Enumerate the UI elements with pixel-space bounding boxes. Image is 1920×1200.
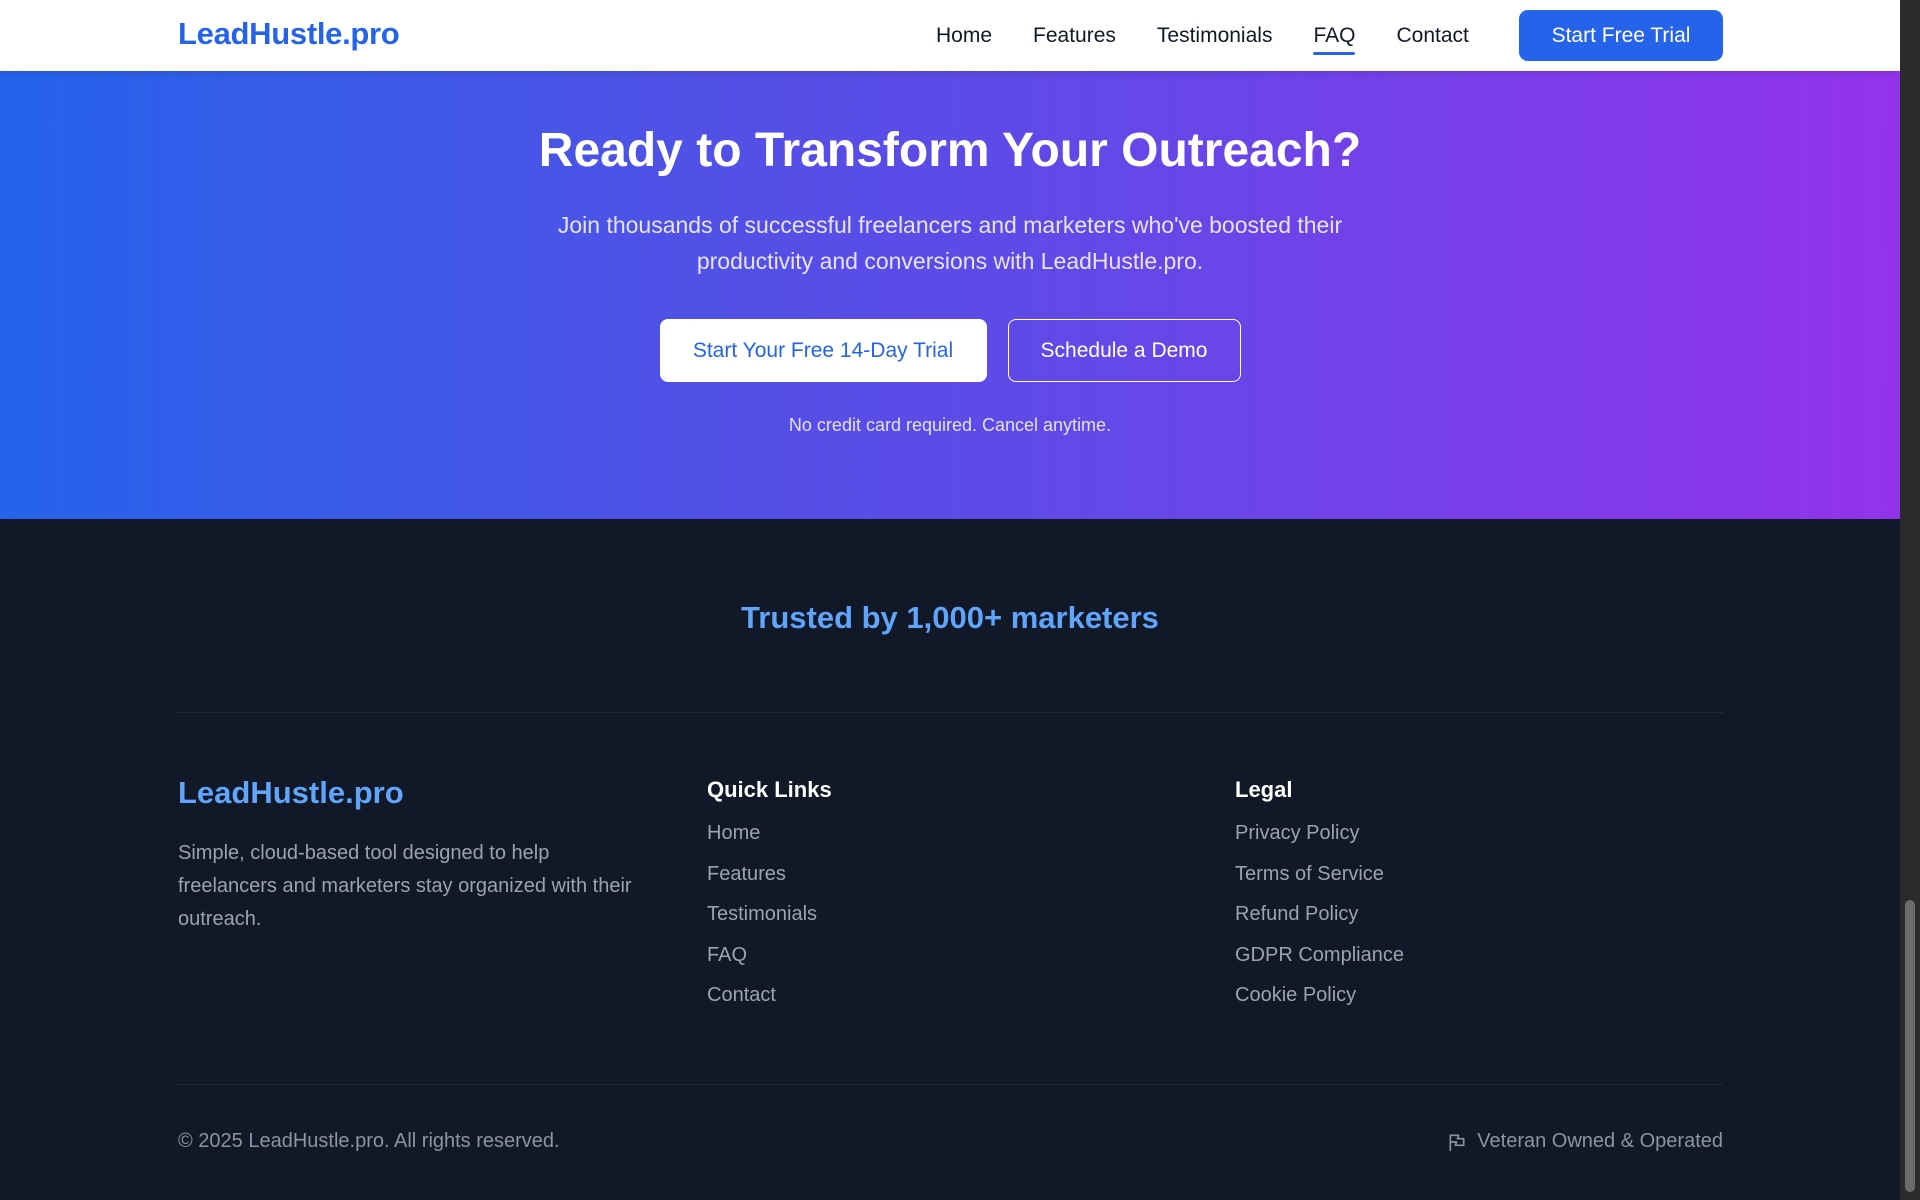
schedule-demo-button[interactable]: Schedule a Demo [1007, 319, 1241, 382]
cta-subtitle: Join thousands of successful freelancers… [557, 212, 1343, 274]
footer-link-cookie[interactable]: Cookie Policy [1235, 985, 1404, 1026]
footer-link-home[interactable]: Home [707, 823, 832, 864]
footer-link-contact[interactable]: Contact [707, 985, 832, 1026]
footer-link-testimonials[interactable]: Testimonials [707, 904, 832, 945]
quick-links-column: Quick Links Home Features Testimonials F… [707, 777, 832, 1026]
nav-contact[interactable]: Contact [1396, 24, 1468, 48]
footer-link-terms[interactable]: Terms of Service [1235, 864, 1404, 905]
flag-icon [1449, 1134, 1465, 1151]
nav-features[interactable]: Features [1033, 24, 1116, 48]
main-nav: Home Features Testimonials FAQ Contact [936, 0, 1510, 71]
site-header: LeadHustle.pro Home Features Testimonial… [0, 0, 1900, 71]
copyright-text: © 2025 LeadHustle.pro. All rights reserv… [178, 1130, 560, 1152]
page-scrollbar[interactable] [1900, 0, 1920, 1200]
footer-link-refund[interactable]: Refund Policy [1235, 904, 1404, 945]
header-logo[interactable]: LeadHustle.pro [178, 16, 400, 52]
page: LeadHustle.pro Home Features Testimonial… [0, 0, 1900, 1200]
footer-description: Simple, cloud-based tool designed to hel… [178, 842, 632, 930]
nav-home[interactable]: Home [936, 24, 992, 48]
veteran-badge: Veteran Owned & Operated [1447, 1130, 1723, 1153]
legal-heading: Legal [1235, 777, 1293, 802]
start-free-trial-button[interactable]: Start Free Trial [1519, 10, 1723, 61]
nav-faq[interactable]: FAQ [1313, 24, 1356, 55]
footer-logo[interactable]: LeadHustle.pro [178, 775, 404, 811]
cta-note: No credit card required. Cancel anytime. [788, 415, 1112, 435]
cta-section: Ready to Transform Your Outreach? Join t… [0, 71, 1900, 519]
footer-link-gdpr[interactable]: GDPR Compliance [1235, 945, 1404, 986]
footer-divider-bottom [178, 1084, 1723, 1085]
footer-divider-top [178, 712, 1723, 713]
nav-testimonials[interactable]: Testimonials [1157, 24, 1273, 48]
footer-link-faq[interactable]: FAQ [707, 945, 832, 986]
cta-buttons: Start Your Free 14-Day Trial Schedule a … [0, 319, 1900, 382]
scrollbar-thumb[interactable] [1905, 900, 1915, 1192]
trusted-banner: Trusted by 1,000+ marketers [741, 600, 1159, 635]
site-footer: Trusted by 1,000+ marketers LeadHustle.p… [0, 519, 1900, 1200]
veteran-text: Veteran Owned & Operated [1477, 1130, 1723, 1152]
quick-links-heading: Quick Links [707, 777, 832, 802]
cta-title: Ready to Transform Your Outreach? [538, 124, 1362, 177]
footer-link-features[interactable]: Features [707, 864, 832, 905]
footer-link-privacy[interactable]: Privacy Policy [1235, 823, 1404, 864]
start-trial-button[interactable]: Start Your Free 14-Day Trial [659, 319, 987, 382]
legal-column: Legal Privacy Policy Terms of Service Re… [1235, 777, 1404, 1026]
